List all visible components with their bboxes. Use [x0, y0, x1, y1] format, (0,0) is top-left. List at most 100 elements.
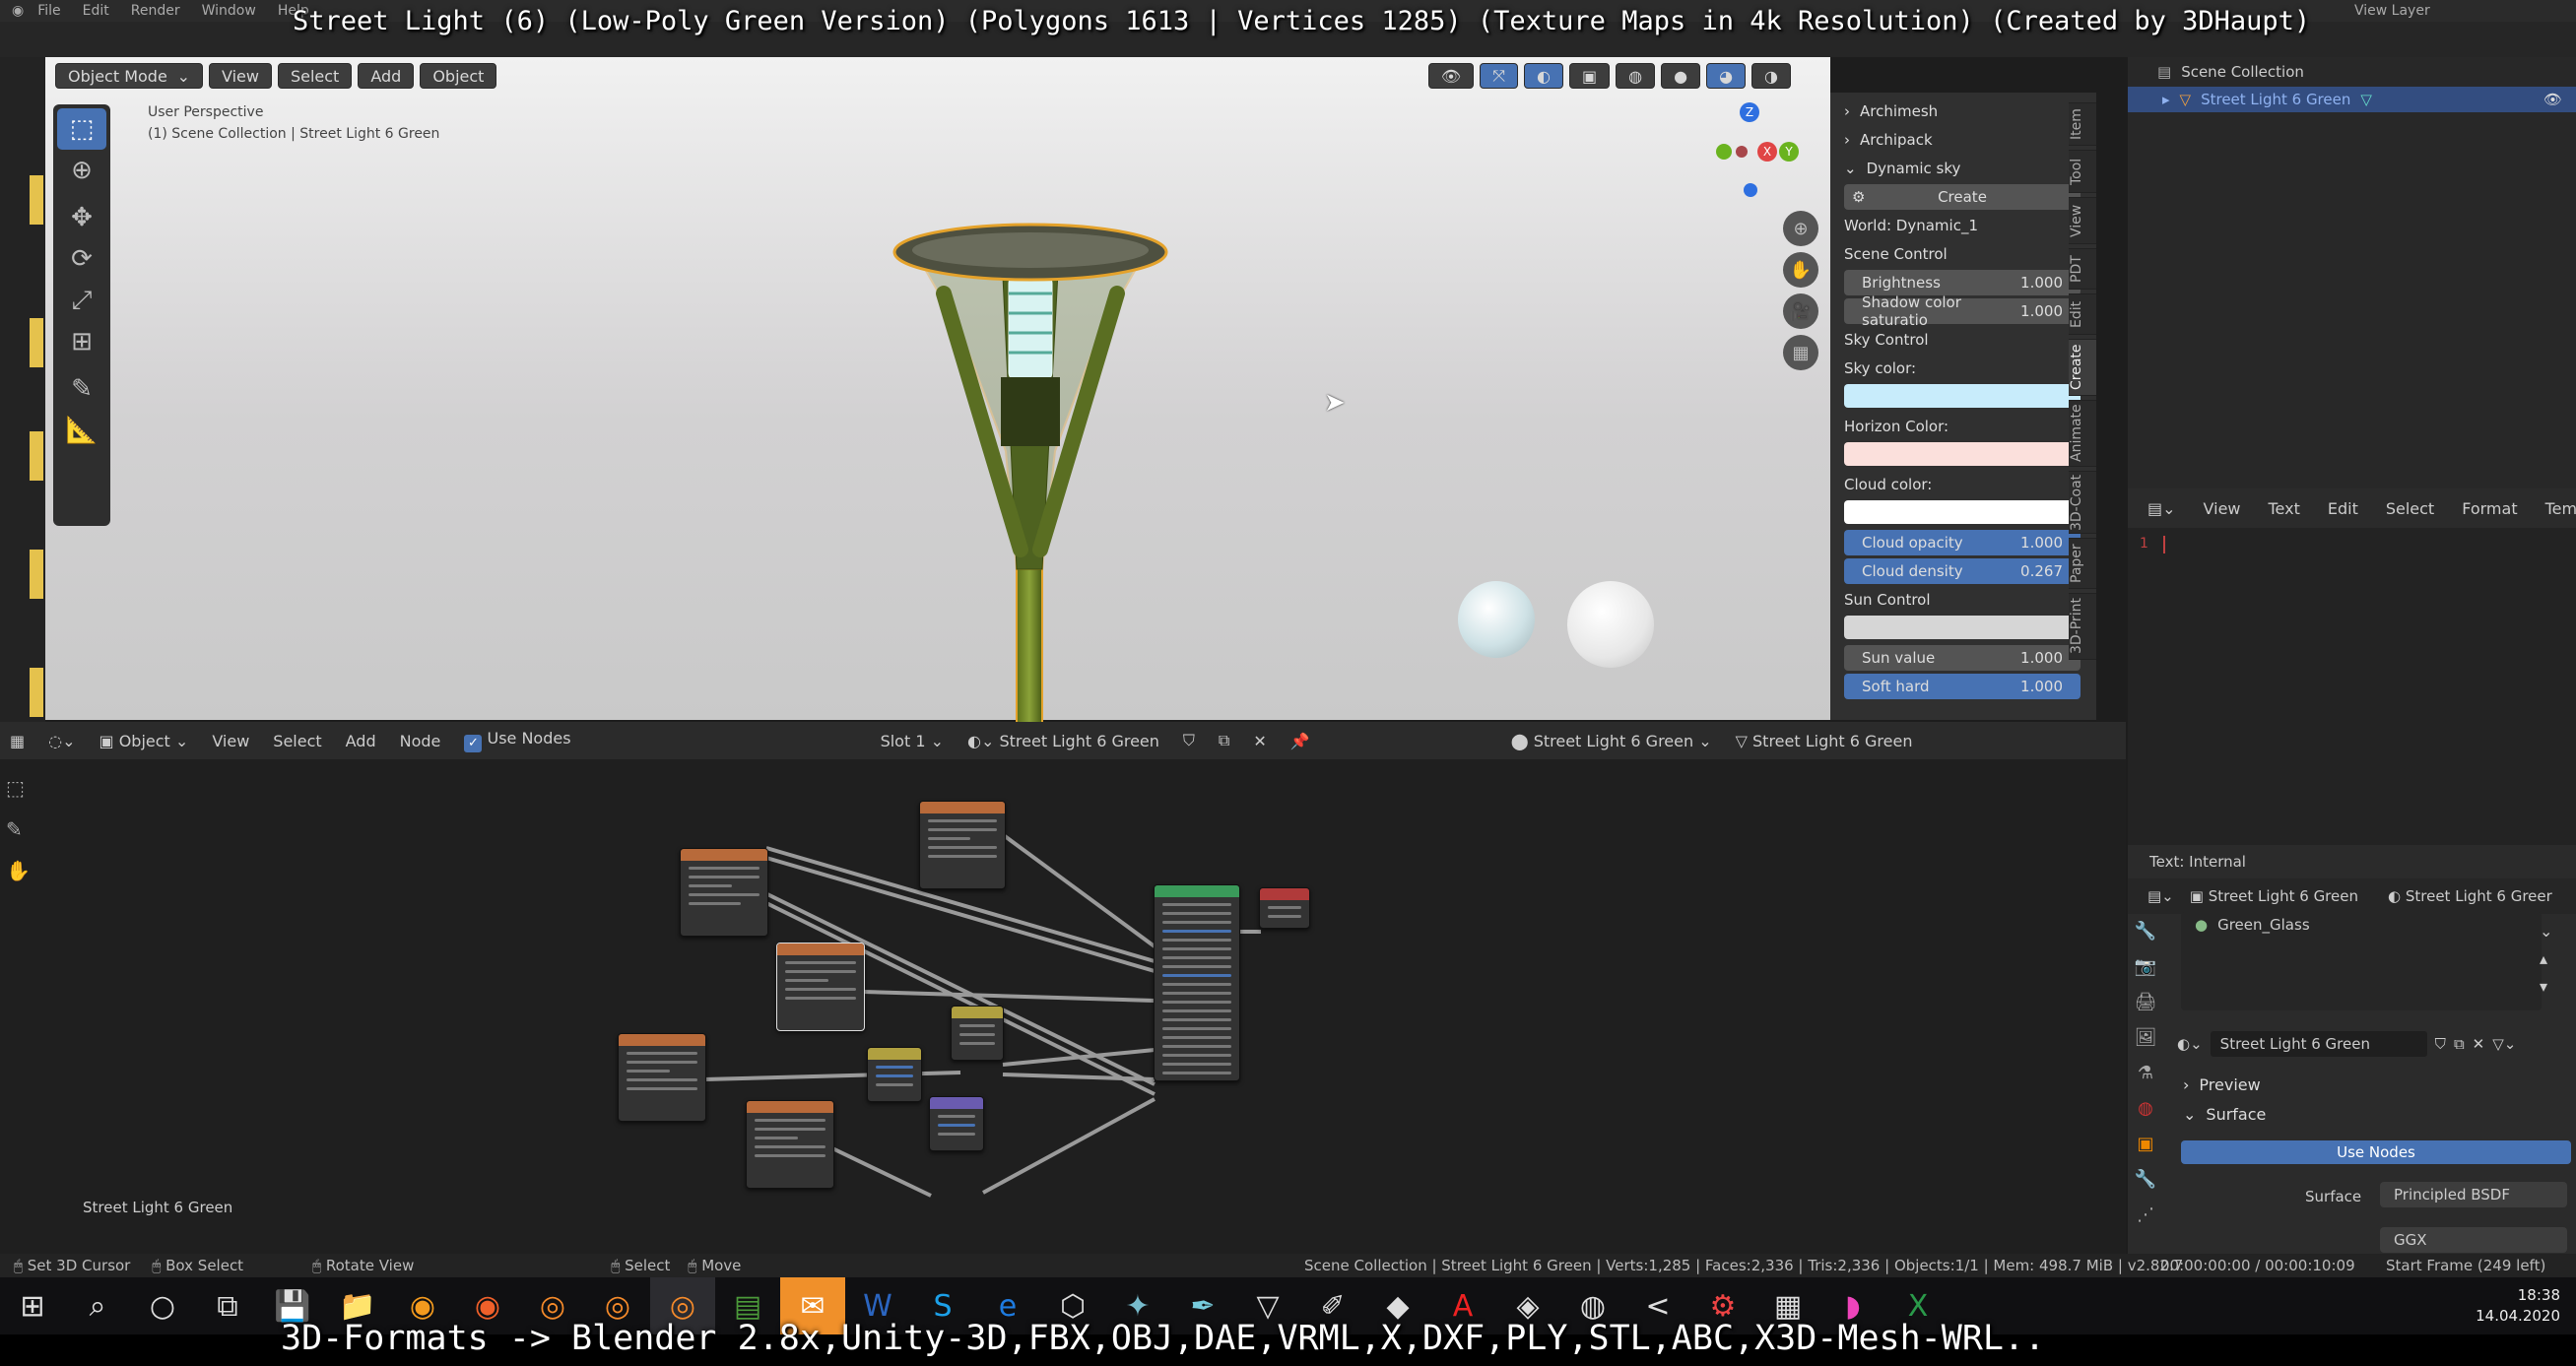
cursor-tool-icon[interactable]: ⊕	[57, 150, 106, 191]
scene-tab-icon[interactable]: ⚗	[2128, 1056, 2163, 1091]
image-texture-node-2[interactable]	[919, 801, 1006, 889]
tab-edit[interactable]: Edit	[2069, 293, 2096, 335]
tab-animate[interactable]: Animate	[2069, 400, 2096, 467]
material-slot-list[interactable]: ● Green_Glass	[2181, 912, 2542, 1010]
menu-file[interactable]: File	[37, 3, 60, 19]
glass-sphere[interactable]	[1458, 581, 1535, 658]
tool-tab-icon[interactable]: 🔧	[2128, 914, 2163, 949]
image-texture-node-4[interactable]	[618, 1033, 706, 1122]
thumb-4[interactable]	[30, 550, 43, 599]
menu-window[interactable]: Window	[202, 3, 256, 19]
sun-value-field[interactable]: Sun value 1.000	[1844, 645, 2081, 671]
outliner-root[interactable]: ▤ Scene Collection	[2128, 57, 2576, 87]
object-dropdown[interactable]: ▣ Object ⌄	[99, 732, 189, 750]
duplicate-icon[interactable]: ⧉	[2454, 1035, 2465, 1053]
windows-start-icon[interactable]: ⊞	[0, 1277, 65, 1334]
distribution-field[interactable]: GGX	[2380, 1227, 2567, 1253]
section-archimesh[interactable]: › Archimesh	[1844, 98, 2081, 124]
gizmo-y[interactable]: Y	[1779, 142, 1799, 162]
surface-shader-field[interactable]: Principled BSDF	[2380, 1182, 2567, 1207]
image-texture-node-5[interactable]	[746, 1100, 834, 1189]
overlay-toggle-icon[interactable]: ◐	[1524, 63, 1563, 89]
blender-logo-icon[interactable]: ◉	[12, 3, 24, 19]
sun-color-swatch[interactable]	[1844, 616, 2081, 639]
render-tab-icon[interactable]: 📷	[2128, 949, 2163, 985]
node-menu-view[interactable]: View	[212, 732, 249, 750]
select-box-tool-icon[interactable]: ⬚	[57, 108, 106, 150]
outliner-item[interactable]: ▸ ▽ Street Light 6 Green ▽ 👁	[2128, 87, 2576, 112]
scale-tool-icon[interactable]: ⤢	[57, 280, 106, 321]
view-layer-tab-icon[interactable]: 🖼	[2128, 1020, 2163, 1056]
image-texture-node-1[interactable]	[680, 848, 768, 937]
tab-item[interactable]: Item	[2069, 102, 2096, 146]
text-menu-format[interactable]: Format	[2462, 499, 2517, 518]
principled-bsdf-node[interactable]	[1154, 884, 1240, 1081]
output-tab-icon[interactable]: 🖨	[2128, 985, 2163, 1020]
preview-panel[interactable]: › Preview	[2161, 1070, 2261, 1099]
tab-create[interactable]: Create	[2069, 339, 2096, 396]
transform-tool-icon[interactable]: ⊞	[57, 321, 106, 362]
close-icon[interactable]: ✕	[1253, 732, 1266, 750]
material-selector[interactable]: ◐⌄ Street Light 6 Green	[967, 732, 1159, 750]
zoom-icon[interactable]: ⊕	[1783, 211, 1818, 246]
text-menu-view[interactable]: View	[2204, 499, 2241, 518]
thumb-5[interactable]	[30, 668, 43, 717]
particles-tab-icon[interactable]: ⋰	[2128, 1198, 2163, 1233]
render-mode-icon[interactable]: ◌⌄	[48, 732, 75, 750]
white-sphere[interactable]	[1567, 581, 1654, 668]
gizmo-neg-z[interactable]	[1744, 183, 1757, 197]
rotate-tool-icon[interactable]: ⟳	[57, 238, 106, 280]
shadow-saturation-field[interactable]: Shadow color saturatio 1.000	[1844, 293, 2081, 329]
shading-render-icon[interactable]: ◑	[1751, 63, 1791, 89]
text-menu-edit[interactable]: Edit	[2328, 499, 2358, 518]
pan-hand-icon[interactable]: ✋	[1783, 252, 1818, 288]
gizmo-neg-x[interactable]	[1736, 146, 1748, 158]
cloud-color-swatch[interactable]	[1844, 500, 2081, 524]
node-menu-select[interactable]: Select	[273, 732, 321, 750]
node-editor-type-icon[interactable]: ▦	[10, 732, 25, 750]
thumb-3[interactable]	[30, 431, 43, 481]
right-mesh-field[interactable]: ▽ Street Light 6 Green	[1736, 732, 1913, 750]
thumb-1[interactable]	[30, 175, 43, 225]
brightness-field[interactable]: Brightness 1.000	[1844, 270, 2081, 295]
gizmo-toggle-icon[interactable]: ⤧	[1480, 63, 1519, 89]
expand-arrow-icon[interactable]: ▸	[2162, 91, 2170, 108]
text-menu-select[interactable]: Select	[2386, 499, 2434, 518]
material-slot-item[interactable]: ● Green_Glass	[2181, 912, 2542, 938]
shading-material-icon[interactable]: ◕	[1706, 63, 1747, 89]
surface-panel[interactable]: ⌄ Surface	[2161, 1099, 2266, 1129]
viewport-3d[interactable]: Object Mode ⌄ View Select Add Object 👁 ⤧ …	[45, 57, 1830, 727]
task-view-icon[interactable]: ⧉	[195, 1277, 260, 1334]
pin-icon[interactable]: 📌	[1290, 732, 1310, 750]
cloud-opacity-field[interactable]: Cloud opacity 1.000	[1844, 530, 2081, 555]
section-archipack[interactable]: › Archipack	[1844, 127, 2081, 153]
material-name-field[interactable]: Street Light 6 Green	[2210, 1031, 2427, 1057]
eye-icon[interactable]: 👁	[2543, 91, 2562, 108]
soft-hard-field[interactable]: Soft hard 1.000	[1844, 674, 2081, 699]
image-texture-node-3[interactable]	[776, 943, 865, 1031]
mode-dropdown[interactable]: Object Mode ⌄	[55, 63, 203, 89]
shading-wire-icon[interactable]: ◍	[1616, 63, 1656, 89]
annotate-tool-icon[interactable]: ✎	[57, 368, 106, 410]
cortana-icon[interactable]: ○	[130, 1277, 195, 1334]
sky-color-swatch[interactable]	[1844, 384, 2081, 408]
move-down-icon[interactable]: ▾	[2540, 973, 2552, 1001]
gizmo-x[interactable]: X	[1757, 142, 1777, 162]
view-menu[interactable]: View	[209, 63, 272, 89]
fake-user-icon[interactable]: ⛉	[2435, 1035, 2446, 1053]
view-layer-label[interactable]: View Layer	[2354, 3, 2430, 19]
grid-perspective-icon[interactable]: ▦	[1783, 335, 1818, 370]
close-icon[interactable]: ✕	[2473, 1035, 2485, 1053]
node-editor[interactable]: ▦ ◌⌄ ▣ Object ⌄ View Select Add Node ✓ U…	[0, 722, 2126, 1254]
use-nodes-button[interactable]: Use Nodes	[2181, 1140, 2571, 1164]
shading-solid-icon[interactable]: ●	[1661, 63, 1701, 89]
bump-node[interactable]	[867, 1047, 922, 1102]
thumb-2[interactable]	[30, 318, 43, 367]
tab-view[interactable]: View	[2069, 197, 2096, 244]
measure-tool-icon[interactable]: 📐	[57, 410, 106, 451]
create-button[interactable]: ⚙ Create	[1844, 184, 2081, 210]
tab-paper[interactable]: Paper	[2069, 538, 2096, 589]
text-menu-text[interactable]: Text	[2269, 499, 2300, 518]
horizon-color-swatch[interactable]	[1844, 442, 2081, 466]
street-light-model[interactable]	[853, 156, 1208, 727]
